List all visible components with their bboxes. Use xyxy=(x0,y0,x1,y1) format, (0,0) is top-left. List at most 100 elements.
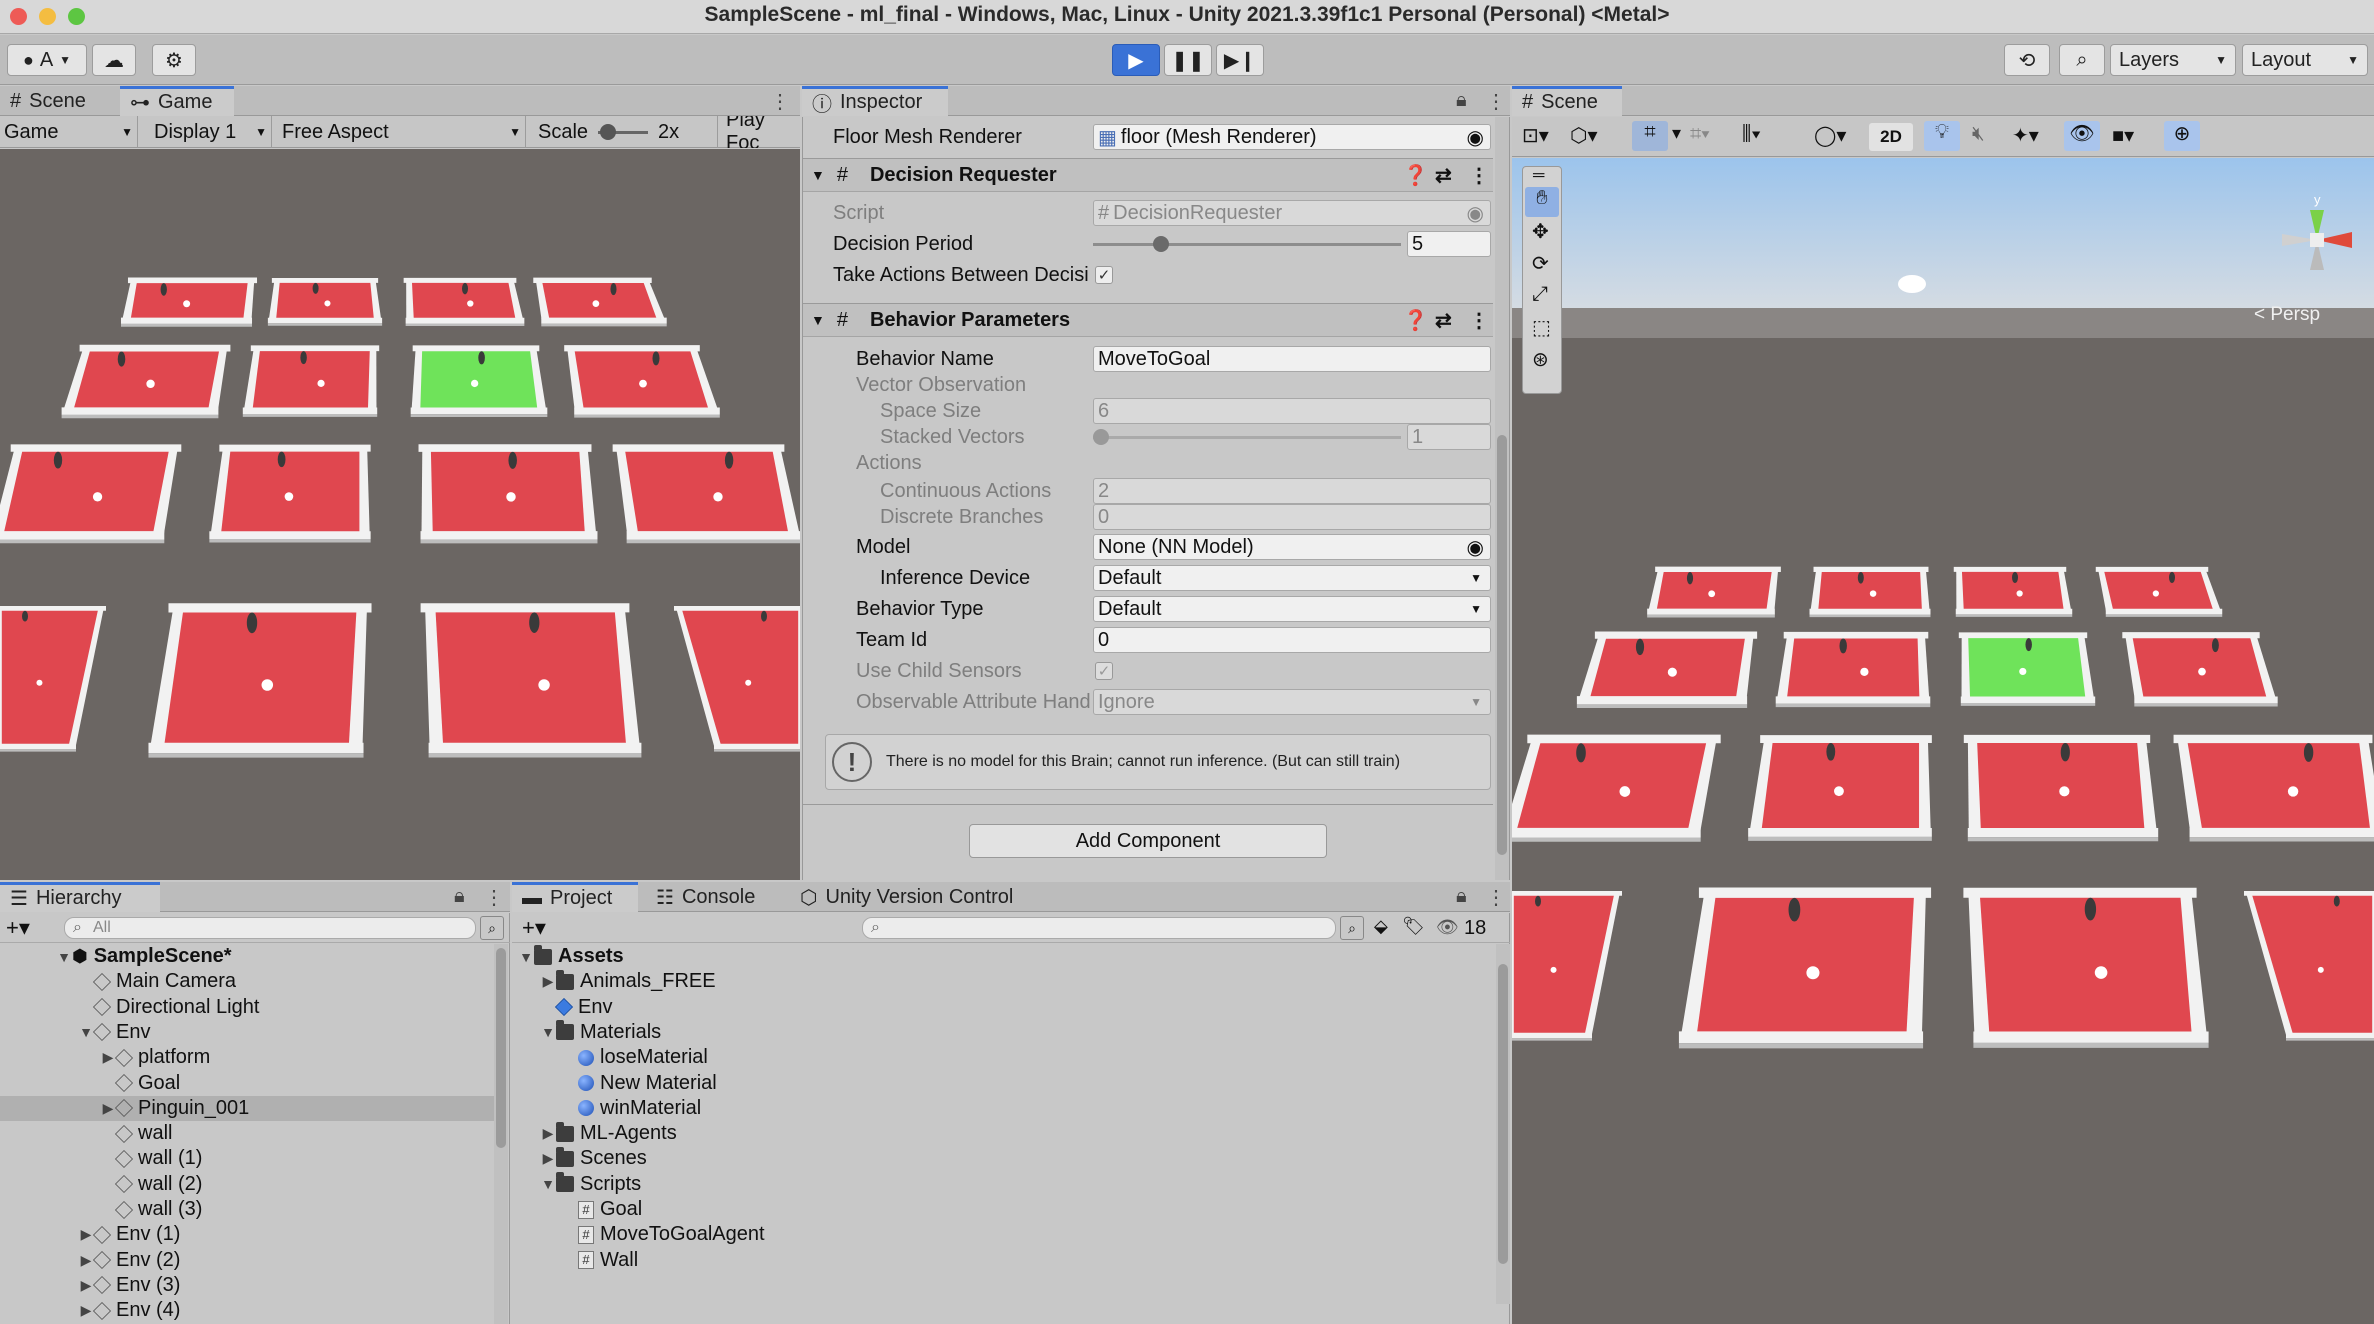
expanded-arrow-icon[interactable]: ▼ xyxy=(540,1176,556,1192)
tab-unity-version-control[interactable]: ⬡ Unity Version Control xyxy=(790,882,1023,912)
scale-slider-knob[interactable] xyxy=(600,123,617,140)
play-focused-dropdown[interactable]: Play Foc xyxy=(722,116,800,148)
behavior-parameters-header[interactable]: ▼ # Behavior Parameters ❓ ⇄ ⋮ xyxy=(803,303,1493,337)
hierarchy-scrollbar[interactable] xyxy=(494,944,508,1324)
hierarchy-item[interactable]: ▶ platform xyxy=(0,1045,494,1070)
inspector-scrollbar[interactable] xyxy=(1495,117,1509,880)
project-item[interactable]: ▶ Animals_FREE xyxy=(512,969,1492,994)
cloud-button[interactable]: ☁ xyxy=(92,44,136,76)
expanded-arrow-icon[interactable]: ▼ xyxy=(518,949,534,965)
hand-tool-icon[interactable]: ✋︎ xyxy=(1525,187,1559,217)
hierarchy-search-input[interactable]: ⌕ All xyxy=(64,917,476,939)
hierarchy-item[interactable]: ▶ Env (2) xyxy=(0,1248,494,1273)
hierarchy-item[interactable]: wall (3) xyxy=(0,1197,494,1222)
rotate-tool-icon[interactable]: ⟳ xyxy=(1532,251,1549,276)
transform-tool-icon[interactable]: ⊛ xyxy=(1532,347,1549,372)
project-item[interactable]: ▼ Scripts xyxy=(512,1172,1492,1197)
collapsed-arrow-icon[interactable]: ▶ xyxy=(78,1302,94,1319)
layers-dropdown[interactable]: Layers ▼ xyxy=(2110,44,2236,76)
collapsed-arrow-icon[interactable]: ▶ xyxy=(540,1150,556,1167)
project-item[interactable]: New Material xyxy=(512,1071,1492,1096)
floor-mesh-renderer-field[interactable]: ▦ floor (Mesh Renderer) ◉ xyxy=(1093,124,1491,150)
collapsed-arrow-icon[interactable]: ▶ xyxy=(78,1226,94,1243)
game-mode-dropdown[interactable]: Game ▼ xyxy=(0,116,138,148)
label-tag-icon[interactable]: 🏷︎ xyxy=(1402,916,1425,937)
gizmos-toggle-icon[interactable]: ⊕ xyxy=(2164,121,2200,151)
collapsed-arrow-icon[interactable]: ▶ xyxy=(100,1100,116,1117)
kebab-menu-icon[interactable]: ⋮ xyxy=(484,885,504,910)
add-component-button[interactable]: Add Component xyxy=(969,824,1327,858)
model-field[interactable]: None (NN Model) ◉ xyxy=(1093,534,1491,560)
hierarchy-item[interactable]: wall (1) xyxy=(0,1146,494,1171)
create-asset-button[interactable]: +▾ xyxy=(522,915,546,941)
scale-tool-icon[interactable]: ⤢ xyxy=(1532,283,1548,306)
foldout-arrow-icon[interactable]: ▼ xyxy=(811,312,825,328)
project-item[interactable]: ▼ Materials xyxy=(512,1020,1492,1045)
object-picker-icon[interactable]: ◉ xyxy=(1467,535,1484,560)
lock-icon[interactable]: 🔒︎ xyxy=(1456,885,1467,908)
take-actions-checkbox[interactable]: ✓ xyxy=(1095,266,1113,284)
hierarchy-item[interactable]: wall xyxy=(0,1121,494,1146)
account-button[interactable]: ● A ▼ xyxy=(7,44,87,76)
shading-mode-button[interactable]: ◯▾ xyxy=(1814,123,1846,148)
hidden-packages-icon[interactable]: 👁︎ xyxy=(1436,917,1459,938)
project-item[interactable]: Env xyxy=(512,995,1492,1020)
decision-period-slider-knob[interactable] xyxy=(1153,236,1169,252)
project-item[interactable]: # Wall xyxy=(512,1248,1492,1273)
hierarchy-item[interactable]: Main Camera xyxy=(0,969,494,994)
project-item[interactable]: ▼ Assets xyxy=(512,944,1492,969)
palette-drag-handle[interactable]: ═ xyxy=(1533,167,1544,185)
lock-icon[interactable]: 🔒︎ xyxy=(454,885,465,908)
team-id-field[interactable]: 0 xyxy=(1093,627,1491,653)
effects-toggle-icon[interactable]: ✦▾ xyxy=(2012,123,2039,148)
hidden-objects-toggle-icon[interactable]: 👁︎ xyxy=(2064,121,2100,151)
project-item[interactable]: loseMaterial xyxy=(512,1045,1492,1070)
search-button[interactable]: ⌕ xyxy=(2059,44,2105,76)
project-search-input[interactable]: ⌕ xyxy=(862,917,1336,939)
add-object-button[interactable]: +▾ xyxy=(6,915,30,941)
play-button[interactable]: ▶ xyxy=(1112,44,1160,76)
project-item[interactable]: # MoveToGoalAgent xyxy=(512,1222,1492,1247)
grid-snap-dropdown[interactable]: ▾ xyxy=(1672,123,1681,144)
preset-icon[interactable]: ⇄ xyxy=(1435,163,1452,188)
scene-gizmo[interactable]: y xyxy=(2272,190,2362,310)
lock-icon[interactable]: 🔒︎ xyxy=(1456,89,1467,112)
hierarchy-item[interactable]: ▶ Env (3) xyxy=(0,1273,494,1298)
project-item[interactable]: ▶ Scenes xyxy=(512,1146,1492,1171)
audio-toggle-icon[interactable]: 🔇︎ xyxy=(1972,123,1985,146)
collapsed-arrow-icon[interactable]: ▶ xyxy=(540,1125,556,1142)
lighting-toggle-icon[interactable]: 💡︎ xyxy=(1924,121,1960,151)
kebab-menu-icon[interactable]: ⋮ xyxy=(1469,308,1489,333)
tab-scene[interactable]: # Scene xyxy=(0,86,96,116)
layout-dropdown[interactable]: Layout ▼ xyxy=(2242,44,2368,76)
hierarchy-item[interactable]: Goal xyxy=(0,1071,494,1096)
hierarchy-item[interactable]: ▼ Env xyxy=(0,1020,494,1045)
search-by-type-button[interactable]: ⌕ xyxy=(1340,916,1364,940)
hierarchy-item[interactable]: ▶ Env (1) xyxy=(0,1222,494,1247)
scene-viewport[interactable]: ═ ✋︎ ✥ ⟳ ⤢ ⬚ ⊛ y < Persp xyxy=(1512,158,2374,1324)
collapsed-arrow-icon[interactable]: ▶ xyxy=(78,1252,94,1269)
expanded-arrow-icon[interactable]: ▼ xyxy=(56,949,72,965)
render-mode-button[interactable]: ⫼▾ xyxy=(1742,123,1761,146)
2d-toggle-button[interactable]: 2D xyxy=(1869,123,1913,151)
behavior-type-dropdown[interactable]: Default ▼ xyxy=(1093,596,1491,622)
inference-device-dropdown[interactable]: Default ▼ xyxy=(1093,565,1491,591)
move-tool-icon[interactable]: ✥ xyxy=(1532,219,1549,244)
kebab-menu-icon[interactable]: ⋮ xyxy=(1486,885,1506,910)
kebab-menu-icon[interactable]: ⋮ xyxy=(1469,163,1489,188)
expanded-arrow-icon[interactable]: ▼ xyxy=(78,1024,94,1040)
hierarchy-item[interactable]: wall (2) xyxy=(0,1172,494,1197)
tab-console[interactable]: ☷ Console xyxy=(646,882,765,912)
scale-slider[interactable]: Scale 2x xyxy=(534,116,718,148)
filter-by-type-icon[interactable]: ⬙ xyxy=(1374,916,1388,937)
preset-icon[interactable]: ⇄ xyxy=(1435,308,1452,333)
hierarchy-item[interactable]: ▶ Pinguin_001 xyxy=(0,1095,494,1121)
tab-game[interactable]: ⊶ Game xyxy=(120,86,234,116)
display-dropdown[interactable]: Display 1 ▼ xyxy=(150,116,272,148)
tab-hierarchy[interactable]: ☰ Hierarchy xyxy=(0,882,160,912)
project-item[interactable]: ▶ ML-Agents xyxy=(512,1121,1492,1146)
project-scrollbar-thumb[interactable] xyxy=(1498,964,1508,1264)
orientation-button[interactable]: ⬡▾ xyxy=(1570,123,1598,148)
tab-scene-view[interactable]: # Scene xyxy=(1512,86,1622,116)
foldout-arrow-icon[interactable]: ▼ xyxy=(811,167,825,183)
